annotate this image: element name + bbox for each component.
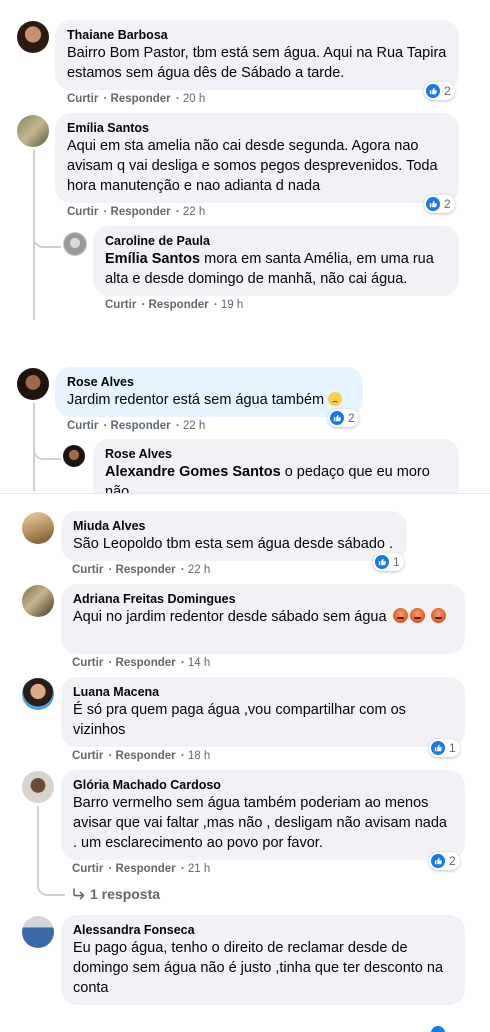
comment-text: São Leopoldo tbm esta sem água desde sáb… bbox=[73, 536, 394, 552]
reply-bubble: Rose Alves Alexandre Gomes Santos o peda… bbox=[93, 439, 459, 493]
comment-author[interactable]: Caroline de Paula bbox=[105, 233, 447, 249]
like-button[interactable]: Curtir bbox=[67, 206, 98, 218]
comment-actions: Curtir · Responder · 18 h bbox=[72, 750, 211, 762]
comment-bubble: Rose Alves Jardim redentor está sem água… bbox=[55, 367, 363, 417]
like-reaction-icon bbox=[375, 555, 389, 569]
comment-text: Bairro Bom Pastor, tbm está sem água. Aq… bbox=[67, 45, 447, 81]
comment-bubble: Luana Macena É só pra quem paga água ,vo… bbox=[61, 677, 465, 747]
like-button[interactable]: Curtir bbox=[67, 420, 98, 432]
reply-connector bbox=[33, 224, 61, 248]
timestamp[interactable]: 22 h bbox=[183, 206, 205, 218]
comment-bubble: Glória Machado Cardoso Barro vermelho se… bbox=[61, 770, 465, 860]
avatar[interactable] bbox=[63, 232, 87, 256]
mention-link[interactable]: Alexandre Gomes Santos bbox=[105, 464, 281, 480]
reply-button[interactable]: Responder bbox=[111, 93, 171, 105]
comment-actions: Curtir · Responder · 22 h bbox=[67, 420, 206, 432]
avatar[interactable] bbox=[22, 771, 54, 803]
comment-actions: Curtir · Responder · 22 h bbox=[67, 206, 206, 218]
comment-author[interactable]: Luana Macena bbox=[73, 684, 453, 700]
comment-clip: Alessandra Fonseca Eu pago água, tenho o… bbox=[61, 915, 465, 1032]
like-button[interactable]: Curtir bbox=[67, 93, 98, 105]
reply-button[interactable]: Responder bbox=[111, 206, 171, 218]
reply-button[interactable]: Responder bbox=[116, 657, 176, 669]
comment-text: Barro vermelho sem água também poderiam … bbox=[73, 795, 447, 851]
reply-arrow-icon bbox=[73, 888, 85, 900]
like-button[interactable]: Curtir bbox=[72, 657, 103, 669]
comment-text: Emília Santos mora em santa Amélia, em u… bbox=[105, 251, 434, 287]
comment-text: Jardim redentor está sem água também bbox=[67, 390, 351, 410]
avatar[interactable] bbox=[22, 916, 54, 948]
reaction-count[interactable]: 2 bbox=[429, 852, 460, 870]
like-reaction-icon bbox=[431, 741, 445, 755]
comment-text: Alexandre Gomes Santos o pedaço que eu m… bbox=[105, 464, 430, 493]
reaction-count[interactable]: 1 bbox=[429, 739, 460, 757]
timestamp[interactable]: 20 h bbox=[183, 93, 205, 105]
view-replies-link[interactable]: 1 resposta bbox=[72, 886, 160, 902]
mention-link[interactable]: Emília Santos bbox=[105, 251, 200, 267]
comment-bubble: Emília Santos Aqui em sta amelia não cai… bbox=[55, 113, 459, 203]
sad-emoji-icon bbox=[328, 392, 343, 406]
timestamp[interactable]: 21 h bbox=[188, 863, 210, 875]
reply-connector bbox=[33, 438, 61, 460]
reaction-partial bbox=[429, 1026, 459, 1032]
comment-actions: Curtir · Responder · 14 h bbox=[72, 657, 211, 669]
timestamp[interactable]: 22 h bbox=[183, 420, 205, 432]
comment-actions: Curtir · Responder · 22 h bbox=[72, 564, 211, 576]
timestamp[interactable]: 22 h bbox=[188, 564, 210, 576]
reaction-count[interactable]: 2 bbox=[424, 195, 455, 213]
comment-author[interactable]: Rose Alves bbox=[67, 374, 351, 390]
reaction-count[interactable]: 2 bbox=[424, 82, 455, 100]
avatar[interactable] bbox=[22, 512, 54, 544]
reply-clip: Rose Alves Alexandre Gomes Santos o peda… bbox=[93, 439, 459, 493]
avatar[interactable] bbox=[17, 115, 49, 147]
comment-text: Aqui em sta amelia não cai desde segunda… bbox=[67, 138, 438, 194]
comment-author[interactable]: Rose Alves bbox=[105, 446, 447, 462]
reaction-count[interactable]: 1 bbox=[373, 553, 404, 571]
timestamp[interactable]: 19 h bbox=[221, 299, 243, 311]
divider bbox=[0, 493, 490, 494]
comment-bubble: Adriana Freitas Domingues Aqui no jardim… bbox=[61, 584, 465, 654]
reply-button[interactable]: Responder bbox=[116, 564, 176, 576]
avatar[interactable] bbox=[17, 368, 49, 400]
comment-author[interactable]: Glória Machado Cardoso bbox=[73, 777, 453, 793]
comment-author[interactable]: Emília Santos bbox=[67, 120, 447, 136]
comment-text: Eu pago água, tenho o direito de reclama… bbox=[73, 940, 444, 996]
like-reaction-icon bbox=[426, 84, 440, 98]
like-reaction-icon bbox=[426, 197, 440, 211]
timestamp[interactable]: 14 h bbox=[188, 657, 210, 669]
like-button[interactable]: Curtir bbox=[72, 750, 103, 762]
avatar[interactable] bbox=[22, 585, 54, 617]
reply-button[interactable]: Responder bbox=[116, 863, 176, 875]
reply-button[interactable]: Responder bbox=[116, 750, 176, 762]
like-reaction-icon bbox=[330, 411, 344, 425]
comment-author[interactable]: Thaiane Barbosa bbox=[67, 27, 447, 43]
like-button[interactable]: Curtir bbox=[105, 299, 136, 311]
comment-actions: Curtir · Responder · 19 h bbox=[105, 299, 244, 311]
avatar[interactable] bbox=[63, 445, 85, 467]
reaction-count[interactable]: 2 bbox=[328, 409, 359, 427]
avatar[interactable] bbox=[17, 21, 49, 53]
avatar[interactable] bbox=[22, 678, 54, 710]
reply-button[interactable]: Responder bbox=[111, 420, 171, 432]
comment-bubble: Thaiane Barbosa Bairro Bom Pastor, tbm e… bbox=[55, 20, 459, 90]
like-button[interactable]: Curtir bbox=[72, 564, 103, 576]
comment-author[interactable]: Alessandra Fonseca bbox=[73, 922, 453, 938]
comment-text: É só pra quem paga água ,vou compartilha… bbox=[73, 702, 406, 738]
reply-bubble: Caroline de Paula Emília Santos mora em … bbox=[93, 226, 459, 296]
comment-author[interactable]: Miuda Alves bbox=[73, 518, 395, 534]
like-reaction-icon bbox=[431, 854, 445, 868]
like-button[interactable]: Curtir bbox=[72, 863, 103, 875]
timestamp[interactable]: 18 h bbox=[188, 750, 210, 762]
comment-text: Aqui no jardim redentor desde sábado sem… bbox=[73, 607, 453, 627]
comment-actions: Curtir · Responder · 20 h bbox=[67, 93, 206, 105]
comment-bubble: Alessandra Fonseca Eu pago água, tenho o… bbox=[61, 915, 465, 1005]
comment-author[interactable]: Adriana Freitas Domingues bbox=[73, 591, 453, 607]
comment-actions: Curtir · Responder · 21 h bbox=[72, 863, 211, 875]
comment-bubble: Miuda Alves São Leopoldo tbm esta sem ág… bbox=[61, 511, 407, 561]
reply-button[interactable]: Responder bbox=[149, 299, 209, 311]
angry-emoji-icon bbox=[392, 608, 408, 623]
angry-emoji-icon bbox=[430, 608, 446, 623]
angry-emoji-icon bbox=[409, 608, 425, 623]
